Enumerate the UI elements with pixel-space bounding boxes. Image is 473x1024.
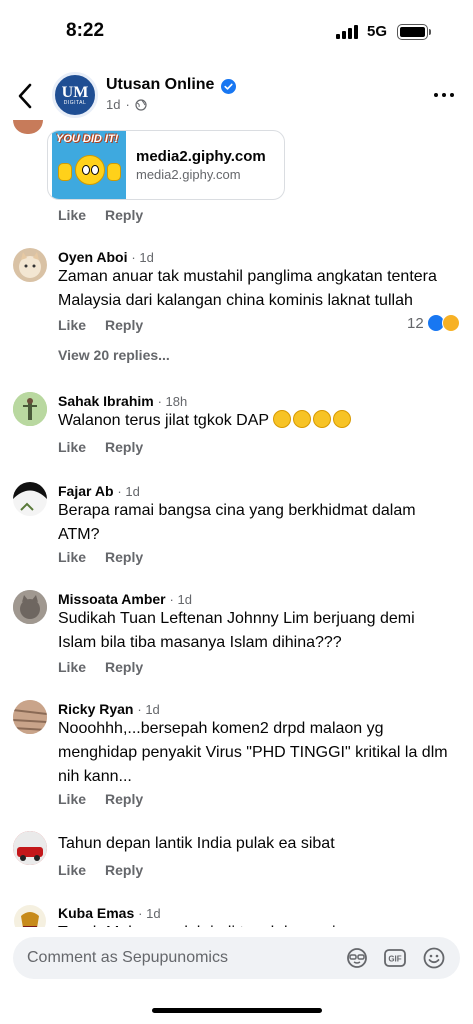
avatar[interactable]	[13, 590, 47, 624]
like-button[interactable]: Like	[58, 791, 86, 807]
reply-button[interactable]: Reply	[105, 659, 143, 675]
comment-author[interactable]: Missoata Amber · 1d	[58, 591, 192, 607]
avatar[interactable]	[13, 700, 47, 734]
comment-actions: Like Reply	[58, 862, 143, 878]
home-indicator[interactable]	[152, 1008, 322, 1013]
reaction-summary[interactable]: 12	[407, 314, 460, 332]
comment-actions: Like Reply	[58, 659, 143, 675]
more-options-icon[interactable]	[434, 93, 454, 97]
link-domain: media2.giphy.com	[136, 167, 241, 182]
link-title: media2.giphy.com	[136, 148, 266, 165]
comment-author[interactable]: Sahak Ibrahim · 18h	[58, 393, 187, 409]
battery-icon	[397, 24, 428, 40]
comment-text: Sudikah Tuan Leftenan Johnny Lim berjuan…	[58, 610, 415, 651]
post-meta: 1d ·	[106, 97, 147, 112]
comment-author[interactable]: Fajar Ab · 1d	[58, 483, 140, 499]
page-name[interactable]: Utusan Online	[106, 76, 214, 94]
status-time: 8:22	[66, 20, 105, 41]
comment-author[interactable]: Oyen Aboi · 1d	[58, 249, 154, 265]
view-replies-link[interactable]: View 20 replies...	[58, 347, 170, 363]
comment-actions: Like Reply	[58, 207, 143, 223]
like-button[interactable]: Like	[58, 207, 86, 223]
reply-button[interactable]: Reply	[105, 207, 143, 223]
avatar-sticker-icon[interactable]	[345, 946, 369, 970]
avatar[interactable]	[13, 482, 47, 516]
comment-actions: Like Reply	[58, 791, 143, 807]
comment-text: Zaman anuar tak mustahil panglima angkat…	[58, 268, 437, 309]
like-button[interactable]: Like	[58, 439, 86, 455]
like-button[interactable]: Like	[58, 659, 86, 675]
gif-thumbnail: YOU DID IT!	[52, 131, 126, 199]
avatar[interactable]	[13, 392, 47, 426]
comment-text: Nooohhh,...bersepah komen2 drpd malaon y…	[58, 720, 448, 785]
signal-icon	[336, 25, 360, 39]
network-label: 5G	[367, 23, 388, 40]
avatar[interactable]	[13, 248, 47, 282]
like-button[interactable]: Like	[58, 549, 86, 565]
reply-button[interactable]: Reply	[105, 439, 143, 455]
globe-icon	[135, 98, 147, 111]
post-header: UM DIGITAL Utusan Online 1d ·	[0, 60, 473, 130]
post-time: 1d	[106, 97, 121, 112]
back-arrow-icon[interactable]	[14, 82, 38, 110]
comment-placeholder: Comment as Sepupunomics	[27, 949, 228, 966]
comment-author[interactable]: Kuba Emas · 1d	[58, 905, 161, 921]
comment-text: Berapa ramai bangsa cina yang berkhidmat…	[58, 502, 416, 543]
comment-actions: Like Reply	[58, 549, 143, 565]
laughing-emoji-icon	[273, 410, 353, 429]
verified-badge-icon	[221, 79, 236, 94]
emoji-icon[interactable]	[422, 946, 446, 970]
status-bar: 8:22 5G	[0, 0, 473, 60]
comment-author[interactable]: Ricky Ryan · 1d	[58, 701, 160, 717]
comment-actions: Like Reply	[58, 317, 143, 333]
reply-button[interactable]: Reply	[105, 791, 143, 807]
avatar	[13, 120, 43, 134]
comment-actions: Like Reply	[58, 439, 143, 455]
link-preview-card[interactable]: YOU DID IT! media2.giphy.com media2.giph…	[47, 130, 285, 200]
svg-text:GIF: GIF	[388, 955, 401, 964]
comment-text: Walanon terus jilat tgkok DAP	[58, 409, 448, 433]
reply-button[interactable]: Reply	[105, 862, 143, 878]
like-button[interactable]: Like	[58, 862, 86, 878]
avatar[interactable]	[13, 831, 47, 865]
page-avatar[interactable]: UM DIGITAL	[52, 72, 98, 118]
comment-text: Tahun depan lantik India pulak ea sibat	[58, 835, 335, 852]
gif-icon[interactable]: GIF	[383, 946, 407, 970]
comment-input[interactable]: Comment as Sepupunomics GIF	[13, 937, 460, 979]
sad-reaction-icon	[441, 314, 460, 332]
comment-composer: Comment as Sepupunomics GIF	[0, 927, 473, 1024]
like-button[interactable]: Like	[58, 317, 86, 333]
reply-button[interactable]: Reply	[105, 549, 143, 565]
reply-button[interactable]: Reply	[105, 317, 143, 333]
